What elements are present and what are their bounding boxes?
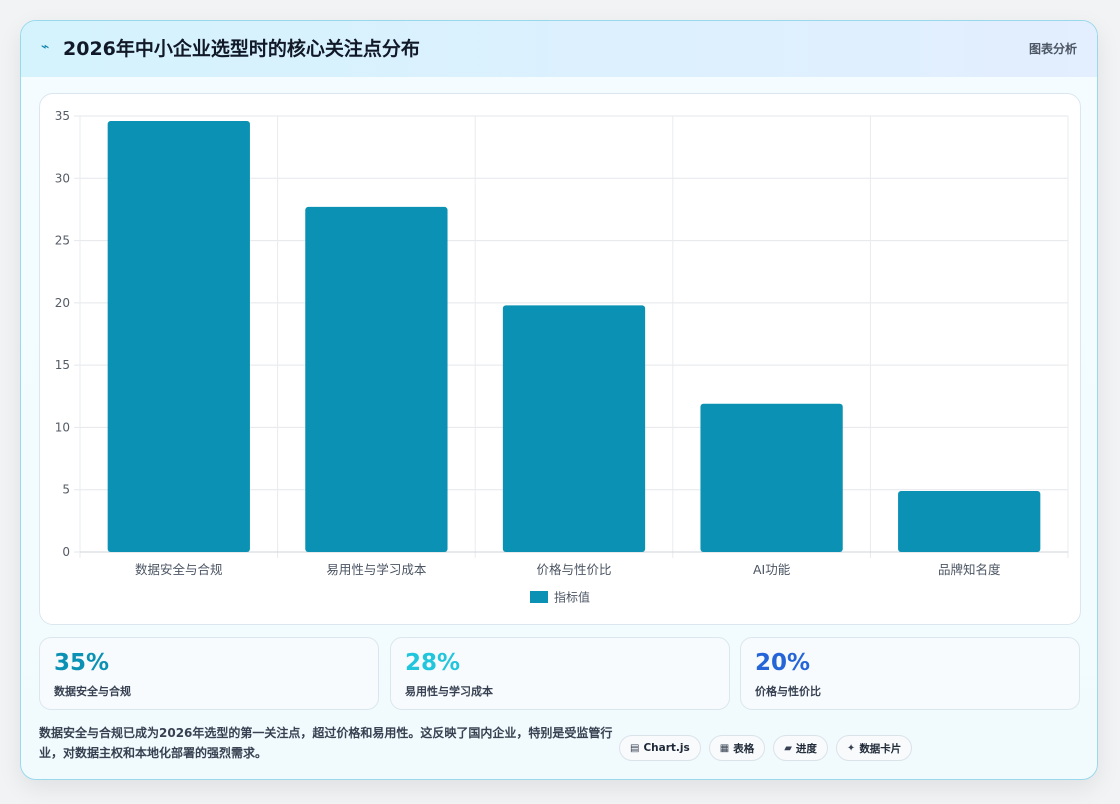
- y-tick-label: 15: [55, 358, 70, 372]
- x-tick-label: 数据安全与合规: [135, 562, 223, 577]
- stat-card-3: 20% 价格与性价比: [740, 637, 1080, 710]
- chip-table[interactable]: ▦ 表格: [708, 735, 766, 761]
- chart-card: ⌁ 2026年中小企业选型时的核心关注点分布 图表分析 0 5 10 15 20 25 30…: [20, 20, 1098, 780]
- y-tick-label: 35: [55, 109, 70, 123]
- chip-chartjs[interactable]: ▤ Chart.js: [619, 735, 701, 761]
- stat-label: 易用性与学习成本: [405, 685, 493, 698]
- chart-icon: ▤: [630, 742, 640, 754]
- bar: [502, 305, 646, 552]
- x-tick-label: AI功能: [753, 562, 791, 577]
- stat-card-1: 35% 数据安全与合规: [39, 637, 379, 710]
- y-tick-label: 20: [55, 296, 70, 310]
- table-icon: ▦: [719, 742, 730, 754]
- chart-analysis-tag[interactable]: 图表分析: [1029, 40, 1077, 57]
- y-tick-label: 5: [62, 483, 70, 497]
- x-tick-label: 品牌知名度: [938, 562, 1001, 577]
- stat-value: 28%: [405, 650, 461, 676]
- chip-data-card[interactable]: ✦ 数据卡片: [835, 735, 913, 761]
- progress-icon: ▰: [784, 742, 792, 754]
- chip-label: 数据卡片: [859, 742, 902, 755]
- legend-swatch: [530, 591, 548, 603]
- y-tick-label: 10: [55, 420, 70, 434]
- stat-value: 20%: [755, 650, 811, 676]
- sparkle-icon: ✦: [846, 742, 856, 754]
- chip-progress[interactable]: ▰ 进度: [773, 735, 828, 761]
- bar: [107, 120, 250, 553]
- y-tick-label: 0: [62, 545, 70, 559]
- chip-label: 进度: [795, 742, 817, 755]
- x-tick-label: 价格与性价比: [536, 562, 611, 577]
- chart-container: 0 5 10 15 20 25 30 35 数据安全与合规 易用性与学习成本 价格与性价比 AI功能 品…: [39, 93, 1081, 625]
- x-tick-label: 易用性与学习成本: [326, 562, 427, 577]
- chart-icon: ⌁: [41, 39, 50, 55]
- bar: [700, 403, 843, 552]
- summary-text: 数据安全与合规已成为2026年选型的第一关注点，超过价格和易用性。这反映了国内企…: [39, 726, 613, 760]
- card-header: ⌁ 2026年中小企业选型时的核心关注点分布 图表分析: [21, 21, 1097, 77]
- bar: [898, 490, 1041, 552]
- bar: [305, 206, 448, 552]
- chip-label: 表格: [733, 742, 755, 755]
- chip-label: Chart.js: [643, 742, 690, 754]
- stat-value: 35%: [54, 650, 110, 676]
- stat-card-2: 28% 易用性与学习成本: [390, 637, 730, 710]
- y-tick-label: 25: [55, 234, 70, 248]
- stat-label: 数据安全与合规: [54, 685, 131, 698]
- y-tick-label: 30: [55, 171, 70, 185]
- stat-label: 价格与性价比: [755, 685, 821, 698]
- page-title: 2026年中小企业选型时的核心关注点分布: [63, 38, 420, 60]
- chip-group: ▤ Chart.js ▦ 表格 ▰ 进度 ✦ 数据卡片: [619, 735, 913, 763]
- bar-chart: 0 5 10 15 20 25 30 35 数据安全与合规 易用性与学习成本 价格与性价比 AI功能 品…: [55, 109, 1069, 605]
- legend-label: 指标值: [554, 590, 590, 605]
